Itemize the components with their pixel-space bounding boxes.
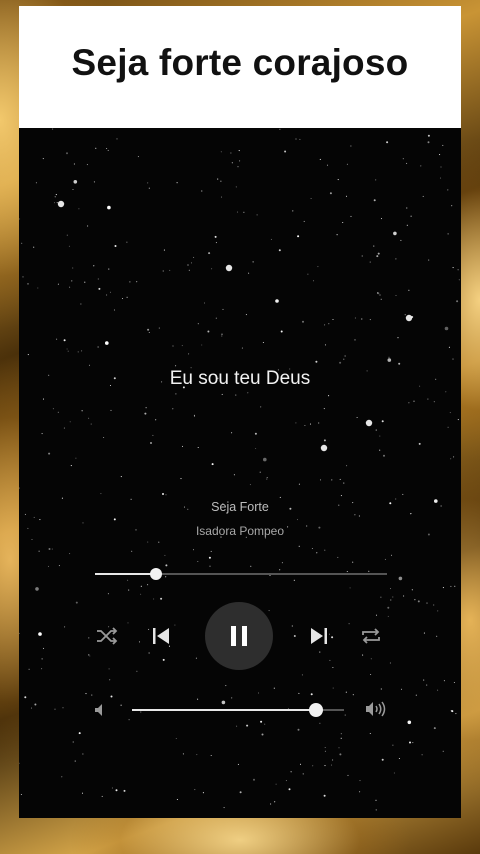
volume-slider[interactable] xyxy=(132,703,344,717)
lyric-line: Eu sou teu Deus xyxy=(169,368,311,389)
pause-icon xyxy=(231,626,247,646)
song-title: Seja Forte xyxy=(211,500,269,514)
progress-fill xyxy=(95,573,157,575)
pause-button[interactable] xyxy=(205,602,273,670)
song-artist: Isadora Pompeo xyxy=(195,524,285,538)
skip-previous-icon xyxy=(153,628,169,644)
volume-low-icon xyxy=(95,704,102,716)
repeat-button[interactable] xyxy=(357,624,385,648)
video-title: Seja forte corajoso xyxy=(71,42,409,83)
shuffle-icon xyxy=(97,627,118,645)
next-button[interactable] xyxy=(307,624,331,648)
stars-layer xyxy=(19,128,460,811)
repeat-icon xyxy=(362,628,380,644)
video-frame: Seja forte corajoso Eu sou teu Deus Seja… xyxy=(19,6,461,818)
progress-bar[interactable] xyxy=(95,568,387,580)
shuffle-button[interactable] xyxy=(93,624,121,648)
volume-low-button[interactable] xyxy=(91,700,111,720)
previous-button[interactable] xyxy=(149,624,173,648)
volume-fill xyxy=(132,709,317,711)
skip-next-icon xyxy=(311,628,327,644)
gold-frame-background: Seja forte corajoso Eu sou teu Deus Seja… xyxy=(0,0,480,854)
volume-high-icon xyxy=(366,701,386,717)
starfield-background xyxy=(19,128,461,818)
title-banner: Seja forte corajoso xyxy=(19,6,461,128)
volume-high-button[interactable] xyxy=(363,698,391,720)
